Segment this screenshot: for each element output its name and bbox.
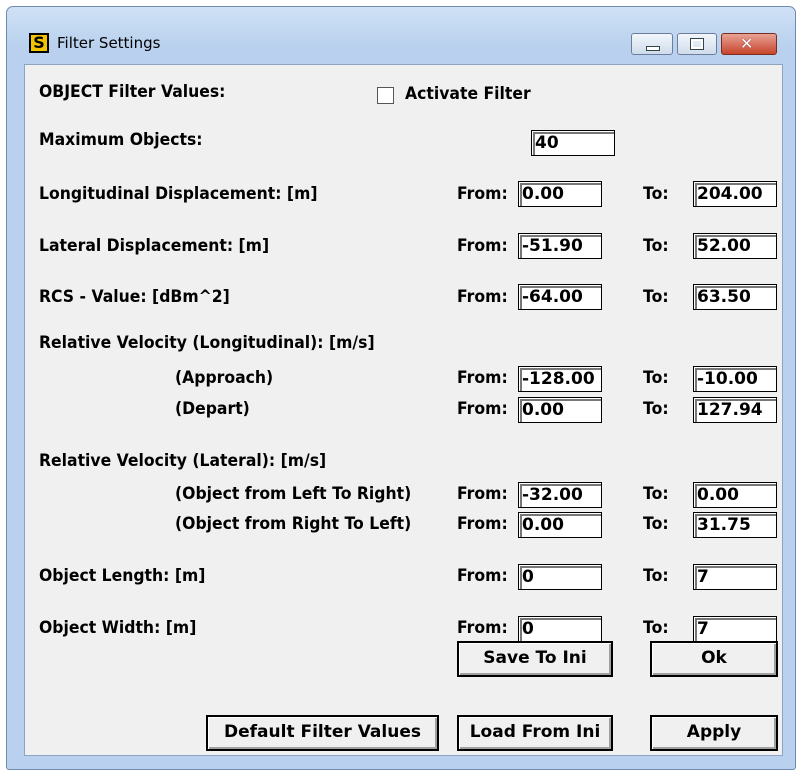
- right-to-left-to-input[interactable]: 31.75: [693, 512, 777, 538]
- left-to-right-from-label: From:: [457, 484, 508, 504]
- depart-to-label: To:: [643, 399, 669, 419]
- right-to-left-to-label: To:: [643, 514, 669, 534]
- longitudinal-from-label: From:: [457, 184, 508, 204]
- object-width-from-label: From:: [457, 618, 508, 638]
- approach-from-label: From:: [457, 368, 508, 388]
- title-bar[interactable]: S Filter Settings ✕: [7, 7, 795, 71]
- ok-button[interactable]: Ok: [650, 641, 778, 677]
- save-to-ini-button[interactable]: Save To Ini: [457, 641, 613, 677]
- approach-from-input[interactable]: -128.00: [518, 366, 602, 392]
- object-length-from-input[interactable]: 0: [518, 564, 602, 590]
- rcs-value-label: RCS - Value: [dBm^2]: [39, 287, 230, 307]
- apply-button[interactable]: Apply: [650, 715, 778, 751]
- object-length-label: Object Length: [m]: [39, 566, 206, 586]
- object-width-to-label: To:: [643, 618, 669, 638]
- object-length-to-label: To:: [643, 566, 669, 586]
- activate-filter-label: Activate Filter: [405, 84, 531, 104]
- depart-from-label: From:: [457, 399, 508, 419]
- lateral-from-input[interactable]: -51.90: [518, 233, 602, 259]
- right-to-left-from-label: From:: [457, 514, 508, 534]
- default-filter-values-button[interactable]: Default Filter Values: [206, 715, 439, 751]
- close-icon: ✕: [740, 34, 754, 53]
- longitudinal-to-label: To:: [643, 184, 669, 204]
- relative-velocity-lateral-label: Relative Velocity (Lateral): [m/s]: [39, 451, 327, 471]
- rcs-from-label: From:: [457, 287, 508, 307]
- object-width-from-input[interactable]: 0: [518, 616, 602, 642]
- rcs-to-input[interactable]: 63.50: [693, 284, 777, 310]
- load-from-ini-button[interactable]: Load From Ini: [457, 715, 613, 751]
- rcs-from-input[interactable]: -64.00: [518, 284, 602, 310]
- depart-from-input[interactable]: 0.00: [518, 397, 602, 423]
- left-to-right-to-label: To:: [643, 484, 669, 504]
- right-to-left-from-input[interactable]: 0.00: [518, 512, 602, 538]
- depart-to-input[interactable]: 127.94: [693, 397, 777, 423]
- approach-to-input[interactable]: -10.00: [693, 366, 777, 392]
- left-to-right-to-input[interactable]: 0.00: [693, 482, 777, 508]
- longitudinal-to-input[interactable]: 204.00: [693, 181, 777, 207]
- lateral-to-label: To:: [643, 236, 669, 256]
- dialog-client-area: OBJECT Filter Values: Activate Filter Ma…: [24, 64, 783, 756]
- object-width-label: Object Width: [m]: [39, 618, 197, 638]
- longitudinal-displacement-label: Longitudinal Displacement: [m]: [39, 184, 318, 204]
- close-button[interactable]: ✕: [721, 33, 777, 55]
- left-to-right-label: (Object from Left To Right): [175, 484, 412, 504]
- lateral-displacement-label: Lateral Displacement: [m]: [39, 236, 270, 256]
- maximum-objects-label: Maximum Objects:: [39, 130, 203, 150]
- maximize-button[interactable]: [677, 33, 717, 55]
- rcs-to-label: To:: [643, 287, 669, 307]
- relative-velocity-longitudinal-label: Relative Velocity (Longitudinal): [m/s]: [39, 333, 375, 353]
- object-filter-values-heading: OBJECT Filter Values:: [39, 82, 226, 102]
- activate-filter-checkbox[interactable]: [377, 87, 394, 104]
- depart-label: (Depart): [175, 399, 250, 419]
- right-to-left-label: (Object from Right To Left): [175, 514, 412, 534]
- object-length-to-input[interactable]: 7: [693, 564, 777, 590]
- approach-to-label: To:: [643, 368, 669, 388]
- object-width-to-input[interactable]: 7: [693, 616, 777, 642]
- approach-label: (Approach): [175, 368, 274, 388]
- longitudinal-from-input[interactable]: 0.00: [518, 181, 602, 207]
- object-length-from-label: From:: [457, 566, 508, 586]
- minimize-icon: [646, 46, 660, 51]
- maximize-icon: [690, 38, 704, 50]
- lateral-from-label: From:: [457, 236, 508, 256]
- lateral-to-input[interactable]: 52.00: [693, 233, 777, 259]
- maximum-objects-input[interactable]: 40: [531, 130, 615, 156]
- left-to-right-from-input[interactable]: -32.00: [518, 482, 602, 508]
- app-icon: S: [29, 33, 49, 53]
- minimize-button[interactable]: [631, 33, 673, 55]
- window-title: Filter Settings: [57, 34, 161, 52]
